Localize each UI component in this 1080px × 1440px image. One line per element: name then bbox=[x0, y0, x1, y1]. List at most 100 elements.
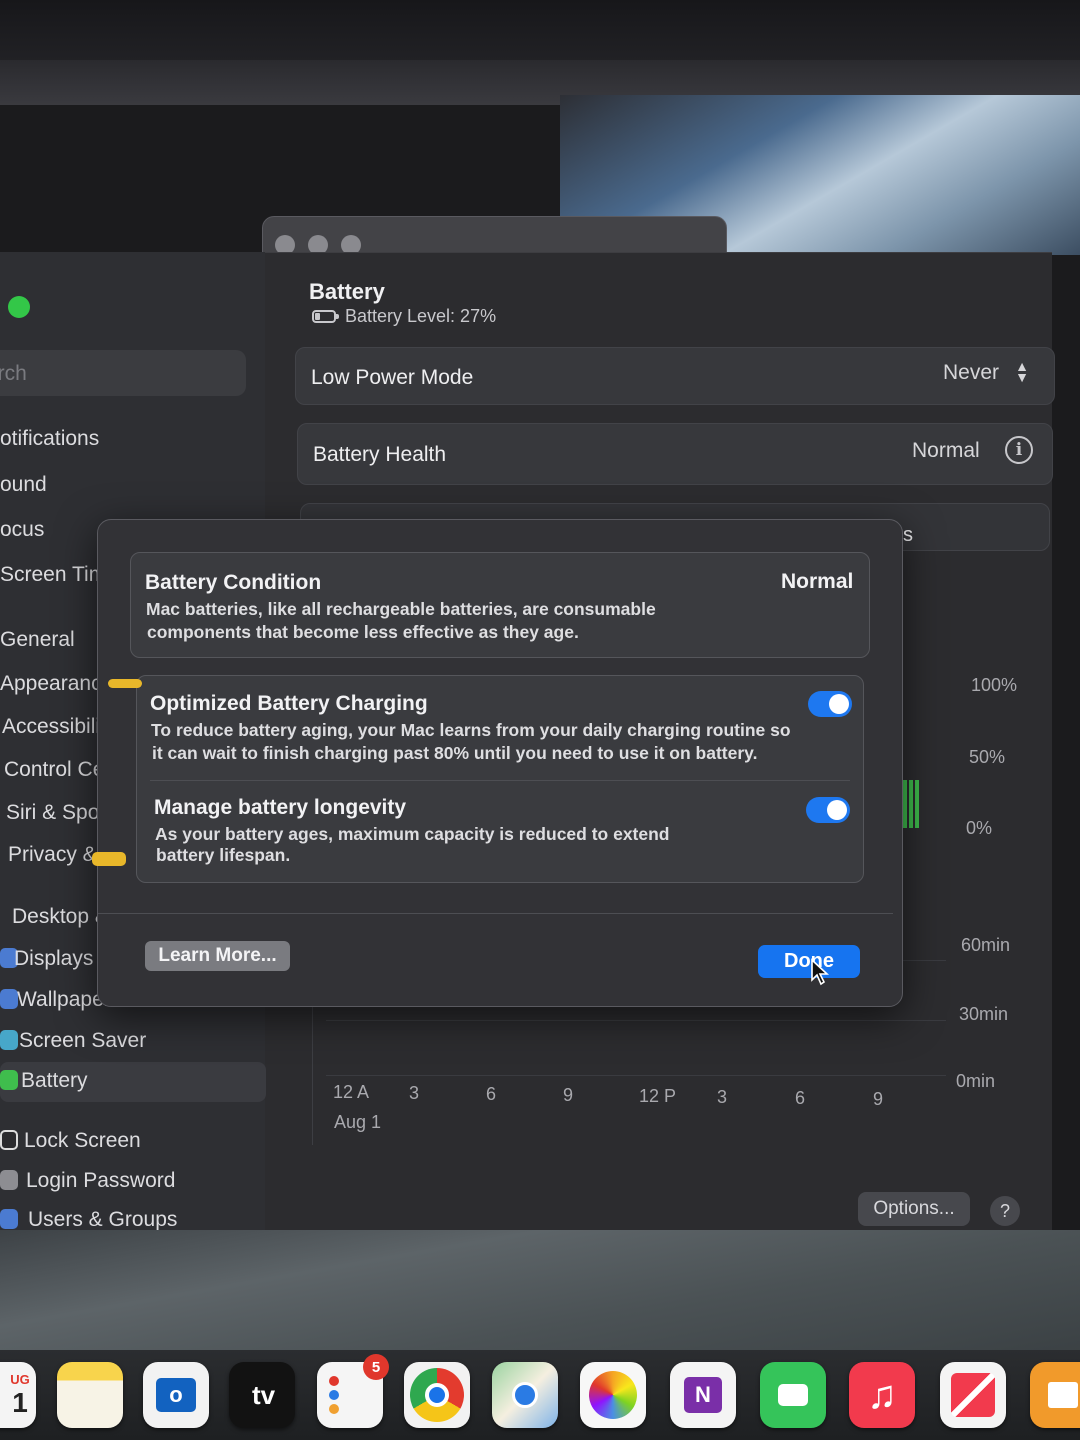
x-tick-label: 3 bbox=[409, 1083, 420, 1103]
sidebar-item-login-password[interactable]: Login Password bbox=[26, 1169, 175, 1193]
tv-label: tv bbox=[251, 1379, 276, 1410]
y-tick-label: 60min bbox=[961, 935, 1011, 955]
battery-condition-desc: Mac batteries, like all rechargeable bat… bbox=[146, 599, 656, 619]
camera-icon bbox=[778, 1384, 808, 1406]
wallpaper-bottom bbox=[0, 1230, 1080, 1360]
search-input[interactable]: arch bbox=[0, 350, 246, 396]
optimized-charging-toggle[interactable] bbox=[808, 691, 852, 717]
sheet-footer-divider bbox=[98, 913, 893, 914]
learn-more-button[interactable]: Learn More... bbox=[145, 941, 290, 971]
battery-level-icon bbox=[312, 310, 339, 323]
notes-app-icon[interactable] bbox=[57, 1362, 123, 1428]
apple-tv-app-icon[interactable]: tv bbox=[229, 1362, 295, 1428]
x-tick-label: 9 bbox=[873, 1089, 884, 1109]
battery-longevity-title: Manage battery longevity bbox=[154, 796, 407, 819]
onenote-app-icon[interactable]: N bbox=[670, 1362, 736, 1428]
battery-condition-desc: components that become less effective as… bbox=[147, 622, 579, 642]
search-placeholder: arch bbox=[0, 362, 27, 385]
low-power-mode-label: Low Power Mode bbox=[311, 366, 474, 389]
photos-flower-icon bbox=[589, 1371, 637, 1419]
sidebar-item-lock-screen[interactable]: Lock Screen bbox=[24, 1129, 141, 1153]
date-label: Aug 1 bbox=[334, 1112, 382, 1132]
x-tick-label: 6 bbox=[795, 1088, 806, 1108]
y-tick-label: 50% bbox=[969, 747, 1006, 767]
battery-level-text: Battery Level: 27% bbox=[345, 306, 497, 326]
chart-gridline bbox=[326, 1020, 946, 1021]
info-icon[interactable]: i bbox=[1005, 436, 1033, 464]
y-tick-label: 0min bbox=[956, 1071, 996, 1091]
reminders-dot-icon bbox=[329, 1376, 339, 1386]
low-power-mode-value[interactable]: Never bbox=[943, 361, 999, 385]
x-tick-label: 6 bbox=[486, 1084, 497, 1104]
battery-longevity-desc: battery lifespan. bbox=[156, 845, 291, 865]
calendar-day: 1 bbox=[12, 1386, 28, 1418]
sidebar-item-screen-time[interactable]: Screen Tim bbox=[0, 563, 106, 587]
outlook-app-icon[interactable]: o bbox=[143, 1362, 209, 1428]
wallpaper-icon bbox=[0, 989, 18, 1009]
sidebar-item-control-centre[interactable]: Control Ce bbox=[4, 758, 104, 782]
sidebar-item-notifications[interactable]: otifications bbox=[0, 427, 99, 451]
sidebar-item-screen-saver[interactable]: Screen Saver bbox=[19, 1029, 146, 1053]
sidebar-item-displays[interactable]: Displays bbox=[14, 947, 93, 971]
calendar-month: UG bbox=[10, 1371, 30, 1387]
sidebar-item-battery[interactable]: Battery bbox=[21, 1069, 88, 1093]
optimized-charging-title: Optimized Battery Charging bbox=[150, 692, 428, 715]
notification-badge: 5 bbox=[363, 1354, 389, 1380]
page-title: Battery bbox=[309, 279, 385, 304]
mouse-cursor-icon bbox=[811, 958, 830, 986]
battery-condition-value: Normal bbox=[781, 570, 854, 593]
reminders-dot-icon bbox=[329, 1390, 339, 1400]
lock-screen-icon bbox=[0, 1130, 18, 1150]
maps-app-icon[interactable] bbox=[492, 1362, 558, 1428]
outlook-logo-icon: o bbox=[156, 1378, 196, 1412]
divider bbox=[150, 780, 850, 781]
books-app-icon[interactable] bbox=[1030, 1362, 1080, 1428]
y-tick-label: 0% bbox=[966, 818, 993, 838]
sidebar-item-appearance[interactable]: Appearanc bbox=[0, 672, 102, 696]
sidebar-item-focus[interactable]: ocus bbox=[0, 518, 44, 542]
sidebar-item-desktop-dock[interactable]: Desktop & bbox=[12, 905, 109, 929]
maps-pin-icon bbox=[512, 1382, 538, 1408]
battery-health-value: Normal bbox=[912, 439, 980, 462]
music-app-icon[interactable]: ♫ bbox=[849, 1362, 915, 1428]
reminders-dot-icon bbox=[329, 1404, 339, 1414]
reminders-app-icon[interactable]: 5 bbox=[317, 1354, 389, 1428]
zoom-window-button[interactable] bbox=[8, 296, 30, 318]
battery-condition-title: Battery Condition bbox=[145, 571, 322, 594]
sidebar-item-sound[interactable]: ound bbox=[0, 473, 47, 497]
optimized-charging-desc: it can wait to finish charging past 80% … bbox=[152, 743, 758, 763]
chrome-app-icon[interactable] bbox=[404, 1362, 470, 1428]
battery-longevity-desc: As your battery ages, maximum capacity i… bbox=[155, 824, 670, 844]
sidebar-item-siri-spotlight[interactable]: Siri & Spotl bbox=[6, 801, 110, 825]
chevron-up-down-icon[interactable]: ▲ ▼ bbox=[1015, 359, 1029, 385]
book-icon bbox=[1048, 1382, 1078, 1408]
sidebar-item-users-groups[interactable]: Users & Groups bbox=[28, 1208, 177, 1232]
battery-longevity-toggle[interactable] bbox=[806, 797, 850, 823]
y-tick-label: 100% bbox=[971, 675, 1018, 695]
photos-app-icon[interactable] bbox=[580, 1362, 646, 1428]
chart-gridline bbox=[326, 1075, 946, 1076]
highlight-mark bbox=[92, 852, 126, 866]
news-app-icon[interactable] bbox=[940, 1362, 1006, 1428]
x-tick-label: 12 P bbox=[639, 1086, 677, 1106]
sidebar-item-general[interactable]: General bbox=[0, 628, 75, 652]
partial-row-text: s bbox=[903, 524, 913, 546]
options-button[interactable]: Options... bbox=[858, 1192, 970, 1226]
help-button[interactable]: ? bbox=[990, 1196, 1020, 1226]
users-groups-icon bbox=[0, 1209, 18, 1229]
highlight-mark bbox=[108, 679, 142, 688]
x-tick-label: 3 bbox=[717, 1087, 728, 1107]
done-button[interactable]: Done bbox=[758, 945, 860, 978]
x-tick-label: 9 bbox=[563, 1085, 574, 1105]
onenote-logo-icon: N bbox=[684, 1377, 722, 1413]
news-logo-icon bbox=[951, 1373, 995, 1417]
y-tick-label: 30min bbox=[959, 1004, 1009, 1024]
sidebar-item-accessibility[interactable]: Accessibili bbox=[2, 715, 100, 739]
x-tick-label: 12 A bbox=[333, 1082, 370, 1102]
calendar-app-icon[interactable]: UG 1 bbox=[0, 1362, 36, 1428]
battery-health-label: Battery Health bbox=[313, 443, 447, 466]
sidebar-item-privacy[interactable]: Privacy & bbox=[8, 843, 97, 867]
facetime-app-icon[interactable] bbox=[760, 1362, 826, 1428]
battery-icon bbox=[0, 1070, 18, 1090]
login-password-icon bbox=[0, 1170, 18, 1190]
